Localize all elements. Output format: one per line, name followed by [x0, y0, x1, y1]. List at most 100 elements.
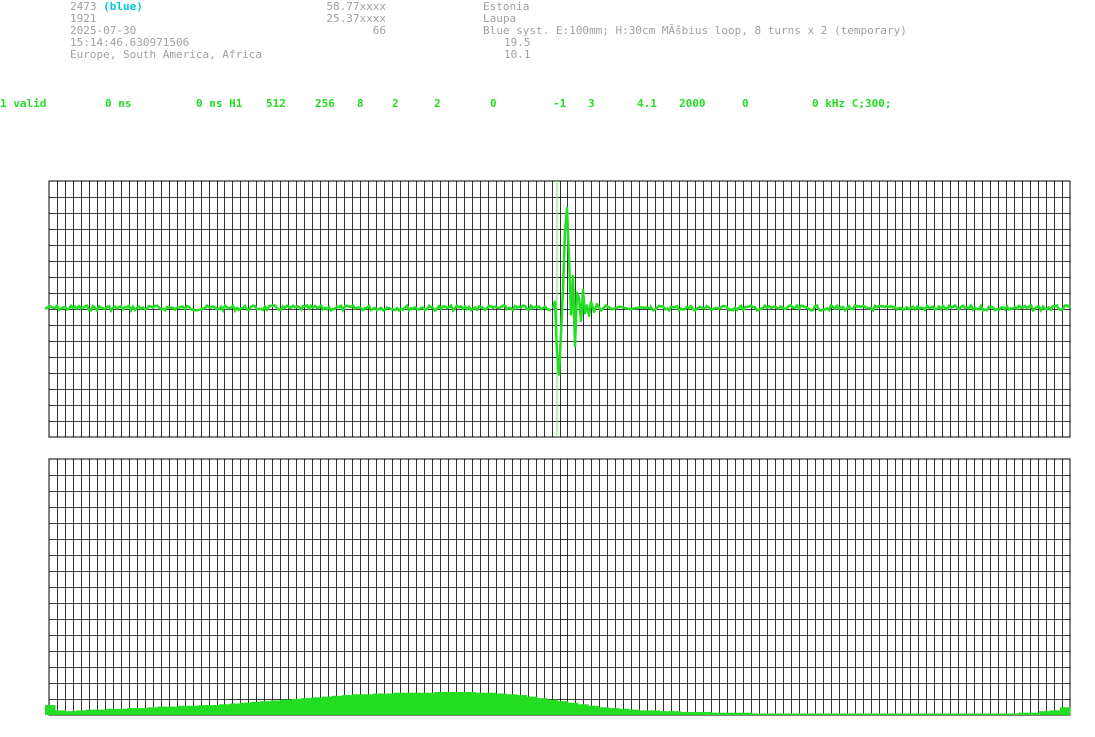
spectrum-bar	[926, 713, 938, 715]
spectrum-bar	[516, 695, 528, 715]
plots-canvas	[44, 180, 1072, 716]
spectrum-grid-frame	[48, 458, 1071, 716]
spectrum-bar	[906, 713, 917, 715]
spectrum-bar	[403, 692, 415, 715]
spectrum-bar	[936, 713, 948, 715]
spectrum-bar	[1039, 711, 1050, 715]
spectrum-bar	[803, 713, 815, 715]
spectrum-bar	[352, 694, 364, 715]
spectrum-bar	[772, 713, 784, 715]
spectrum-bar	[537, 698, 548, 715]
spectrum-bar	[701, 711, 712, 715]
spectrum-bar	[506, 694, 517, 715]
spectrum-bar	[434, 691, 446, 715]
spectrum-bar	[885, 713, 897, 715]
spectrum-bar	[178, 705, 189, 715]
spectrum-bar	[1029, 712, 1040, 715]
spectrum-bar	[239, 702, 251, 715]
spectrum-bar	[1049, 710, 1061, 715]
spectrum-bar	[188, 705, 200, 715]
spectrum-bar	[209, 705, 220, 715]
spectrum-bar	[639, 710, 651, 715]
spectrum-bar	[219, 704, 230, 715]
spectrum-bar	[526, 696, 538, 715]
spectrum-bar	[998, 713, 1009, 715]
spectrum-bar	[168, 706, 179, 715]
spectrum-bar	[424, 692, 435, 715]
spectrum-bar	[198, 705, 210, 715]
spectrum-bar	[865, 713, 876, 715]
spectrum-bar	[157, 706, 169, 715]
spectrum-bar	[45, 705, 56, 715]
spectrum-bar	[660, 711, 671, 715]
spectrum-bar	[844, 713, 856, 715]
spectrum-bar	[455, 691, 466, 715]
spectrum-bar	[567, 702, 579, 715]
spectrum-bar	[598, 707, 610, 715]
spectrum-bar	[895, 713, 907, 715]
spectrum-bar	[947, 713, 958, 715]
spectrum-bar	[65, 711, 77, 715]
spectrum-bar	[629, 709, 640, 715]
spectrum-bar	[393, 692, 405, 715]
spectrum-bar	[834, 713, 845, 715]
spectrum-bar	[690, 711, 702, 715]
spectrum-bar	[260, 701, 271, 715]
spectrum-bar	[578, 704, 589, 715]
spectrum-bar	[783, 713, 794, 715]
spectrum-bar	[229, 703, 241, 715]
spectrum-bar	[875, 713, 886, 715]
spectrum-bar	[96, 709, 107, 715]
spectrum-bar	[475, 692, 487, 715]
waveform-plot	[44, 181, 1072, 437]
spectrum-bar	[588, 705, 599, 715]
spectrum-bar	[649, 710, 661, 715]
spectrum-bar	[711, 712, 722, 715]
spectrum-bar	[721, 712, 733, 715]
spectrum-bar	[106, 708, 118, 715]
spectrum-bar	[793, 713, 804, 715]
spectrum-bar	[332, 695, 343, 715]
spectrum-bar	[414, 692, 425, 715]
spectrum-bar	[301, 698, 312, 715]
spectrum-bar	[116, 708, 128, 715]
spectrum-bar	[127, 708, 138, 715]
spectrum-bar	[670, 711, 681, 715]
spectrum-bar	[496, 693, 507, 715]
spectrum-bar	[270, 700, 282, 715]
spectrum-bar	[1018, 712, 1030, 715]
spectrum-bar	[137, 708, 148, 715]
spectrum-bar	[1059, 707, 1071, 715]
spectrum-bar	[854, 713, 866, 715]
spectrum-bar	[752, 713, 763, 715]
spectrum-bar	[465, 691, 476, 715]
spectrum-bar	[762, 713, 774, 715]
spectrum-bar	[608, 708, 620, 715]
spectrum-bar	[147, 707, 159, 715]
spectrum-bar	[967, 713, 979, 715]
spectrum-bar	[291, 698, 302, 715]
spectrum-bar	[373, 693, 384, 715]
spectrum-bar	[547, 699, 558, 715]
spectrum-bar	[557, 701, 569, 715]
spectrum-bar	[824, 713, 835, 715]
spectrum-bar	[75, 710, 87, 715]
spectrum-grid	[48, 458, 1071, 716]
spectrum-bar	[731, 712, 743, 715]
spectrum-bar	[383, 693, 394, 715]
spectrum-bar	[988, 713, 999, 715]
spectrum-bar	[280, 699, 292, 715]
spectrum-bar	[342, 695, 353, 715]
spectrum-bar	[619, 708, 630, 715]
spectrum-bar	[311, 697, 323, 715]
spectrum-plot	[45, 691, 1071, 715]
spectrum-bar	[813, 713, 825, 715]
spectrum-bar	[321, 696, 333, 715]
spectrum-bar	[916, 713, 927, 715]
spectrum-bar	[977, 713, 989, 715]
spectrum-bar	[680, 711, 692, 715]
spectrum-bar	[86, 709, 97, 715]
spectrum-bar	[742, 712, 753, 715]
spectrum-bar	[250, 701, 261, 715]
spectrum-bar	[485, 692, 497, 715]
